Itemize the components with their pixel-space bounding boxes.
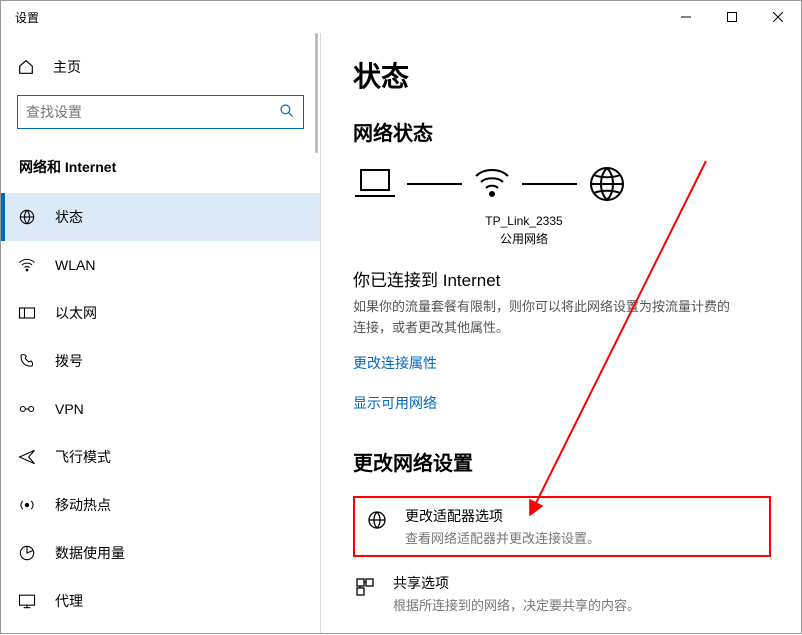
close-icon <box>773 12 783 22</box>
sidebar-section-header: 网络和 Internet <box>1 147 320 193</box>
option-title: 共享选项 <box>393 573 771 593</box>
minimize-button[interactable] <box>663 1 709 33</box>
diagram-connector <box>522 183 577 185</box>
window-controls <box>663 1 801 33</box>
wifi-ssid: TP_Link_2335 <box>459 212 589 230</box>
sidebar-item-wlan[interactable]: WLAN <box>1 241 320 289</box>
sidebar-item-ethernet[interactable]: 以太网 <box>1 289 320 337</box>
sharing-options-icon <box>353 573 379 614</box>
sidebar-item-label: WLAN <box>55 257 95 273</box>
close-button[interactable] <box>755 1 801 33</box>
wifi-icon <box>17 255 37 275</box>
option-adapter[interactable]: 更改适配器选项 查看网络适配器并更改连接设置。 <box>365 504 759 549</box>
sidebar-item-label: 拨号 <box>55 351 83 371</box>
search-input[interactable] <box>26 104 279 120</box>
home-label: 主页 <box>53 57 81 77</box>
annotation-highlight: 更改适配器选项 查看网络适配器并更改连接设置。 <box>353 496 771 557</box>
diagram-connector <box>407 183 462 185</box>
sidebar-item-airplane[interactable]: 飞行模式 <box>1 433 320 481</box>
dialup-icon <box>17 351 37 371</box>
sidebar-item-dialup[interactable]: 拨号 <box>1 337 320 385</box>
show-available-networks-link[interactable]: 显示可用网络 <box>353 393 771 413</box>
airplane-icon <box>17 447 37 467</box>
option-sharing[interactable]: 共享选项 根据所连接到的网络，决定要共享的内容。 <box>353 571 771 616</box>
sidebar-item-label: 移动热点 <box>55 495 111 515</box>
adapter-options-icon <box>365 506 391 547</box>
sidebar-item-label: 飞行模式 <box>55 447 111 467</box>
sidebar-item-proxy[interactable]: 代理 <box>1 577 320 625</box>
change-network-settings-header: 更改网络设置 <box>353 447 771 476</box>
connected-desc: 如果你的流量套餐有限制，则你可以将此网络设置为按流量计费的连接，或者更改其他属性… <box>353 297 733 339</box>
sidebar-item-label: 以太网 <box>55 303 97 323</box>
option-title: 更改适配器选项 <box>405 506 759 526</box>
connected-title: 你已连接到 Internet <box>353 266 771 291</box>
sidebar-item-status[interactable]: 状态 <box>1 193 320 241</box>
sidebar-item-data[interactable]: 数据使用量 <box>1 529 320 577</box>
minimize-icon <box>681 12 691 22</box>
sidebar-item-label: 代理 <box>55 591 83 611</box>
sidebar-item-vpn[interactable]: VPN <box>1 385 320 433</box>
home-icon <box>17 58 35 76</box>
search-icon <box>279 103 295 122</box>
laptop-icon <box>353 166 397 202</box>
diagram-caption: TP_Link_2335 公用网络 <box>459 212 589 248</box>
sidebar-scrollbar[interactable] <box>315 33 318 153</box>
network-diagram <box>353 164 771 204</box>
hotspot-icon <box>17 495 37 515</box>
change-connection-props-link[interactable]: 更改连接属性 <box>353 353 771 373</box>
proxy-icon <box>17 591 37 611</box>
ethernet-icon <box>17 303 37 323</box>
title-bar: 设置 <box>1 1 801 33</box>
maximize-button[interactable] <box>709 1 755 33</box>
sidebar-home[interactable]: 主页 <box>1 45 320 95</box>
wifi-router-icon <box>472 166 512 202</box>
main-content: 状态 网络状态 TP_Link_2335 公用网络 你已连接到 Internet… <box>321 33 801 633</box>
sidebar-item-label: VPN <box>55 401 84 417</box>
sidebar: 主页 网络和 Internet 状态 WLAN <box>1 33 321 633</box>
globe-icon <box>587 164 627 204</box>
data-usage-icon <box>17 543 37 563</box>
status-icon <box>17 207 37 227</box>
window-title: 设置 <box>15 9 663 26</box>
sidebar-item-hotspot[interactable]: 移动热点 <box>1 481 320 529</box>
search-box[interactable] <box>17 95 304 129</box>
vpn-icon <box>17 399 37 419</box>
option-desc: 查看网络适配器并更改连接设置。 <box>405 528 759 547</box>
sidebar-item-label: 数据使用量 <box>55 543 125 563</box>
option-desc: 根据所连接到的网络，决定要共享的内容。 <box>393 595 771 614</box>
sidebar-item-label: 状态 <box>55 207 83 227</box>
maximize-icon <box>727 12 737 22</box>
network-type-label: 公用网络 <box>459 230 589 248</box>
network-state-header: 网络状态 <box>353 117 771 146</box>
page-title: 状态 <box>353 55 771 95</box>
